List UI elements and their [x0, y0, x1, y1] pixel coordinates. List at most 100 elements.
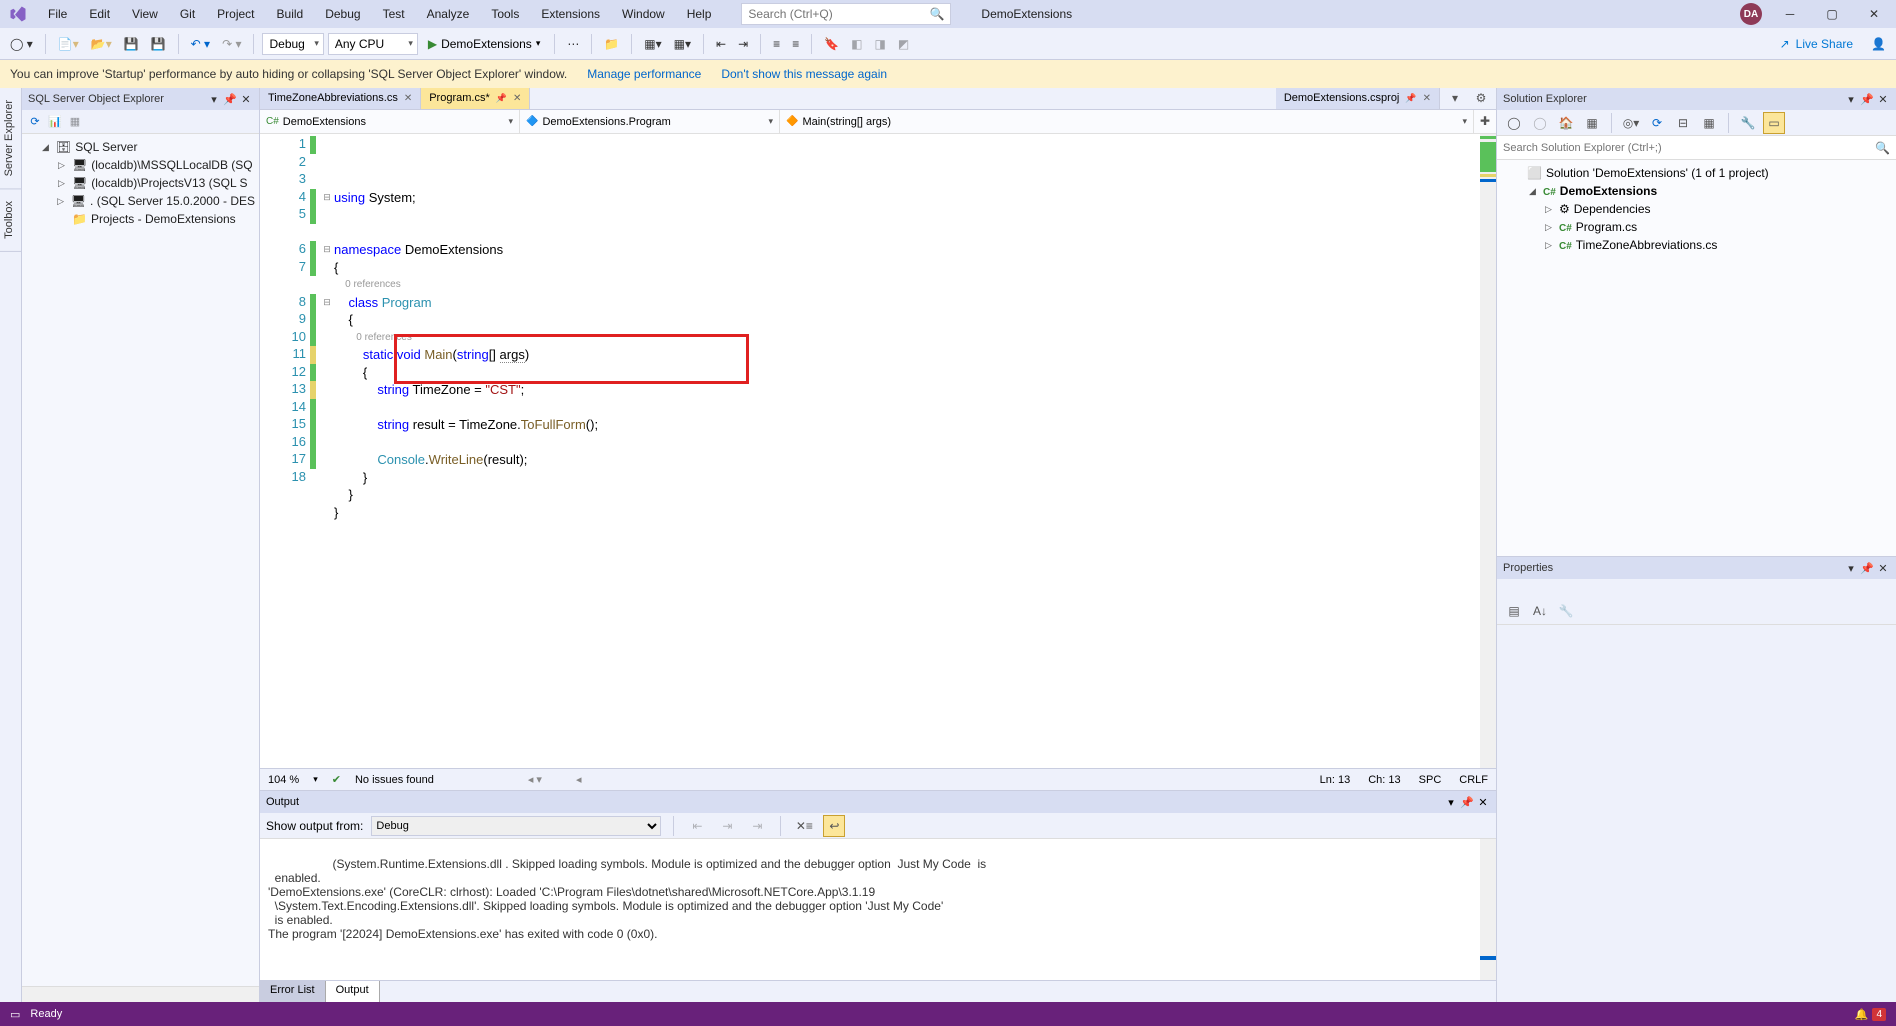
dropdown-icon[interactable]: ▾ [207, 92, 221, 106]
output-source-dropdown[interactable]: Debug [371, 816, 661, 836]
manage-performance-link[interactable]: Manage performance [587, 67, 701, 81]
toolbar-icon[interactable]: ≡ [788, 35, 803, 53]
output-icon[interactable]: ⇥ [746, 815, 768, 837]
output-text[interactable]: (System.Runtime.Extensions.dll . Skipped… [260, 839, 1496, 980]
output-icon[interactable]: ⇥ [716, 815, 738, 837]
sql-tree[interactable]: ◢🗄SQL Server▷🖥(localdb)\MSSQLLocalDB (SQ… [22, 134, 259, 986]
pin-icon[interactable]: 📌 [223, 92, 237, 106]
zoom-level[interactable]: 104 % [268, 774, 299, 786]
tree-node[interactable]: 📁Projects - DemoExtensions [22, 210, 259, 228]
notification-icon[interactable]: 🔔 [1855, 1008, 1869, 1021]
save-all-button[interactable]: 💾 [147, 35, 170, 53]
toolbar-icon[interactable]: ⋯ [563, 35, 583, 53]
toolbar-icon[interactable]: ⇥ [734, 35, 752, 53]
close-icon[interactable]: ✕ [239, 92, 253, 106]
menu-project[interactable]: Project [207, 3, 264, 25]
properties-icon[interactable]: 🔧 [1737, 112, 1759, 134]
add-server-icon[interactable]: 📊 [48, 115, 62, 129]
menu-build[interactable]: Build [267, 3, 314, 25]
open-button[interactable]: 📂▾ [87, 35, 116, 53]
side-tab[interactable]: Toolbox [0, 189, 21, 252]
wrench-icon[interactable]: 🔧 [1555, 600, 1577, 622]
start-debug-button[interactable]: ▶ DemoExtensions ▾ [422, 35, 546, 53]
dropdown-icon[interactable]: ▾ [1844, 561, 1858, 575]
nav-class[interactable]: 🔷 DemoExtensions.Program [520, 110, 780, 133]
notification-count[interactable]: 4 [1872, 1008, 1886, 1021]
redo-button[interactable]: ↷ ▾ [218, 35, 245, 53]
toolbar-icon[interactable]: ≡ [769, 35, 784, 53]
sync-icon[interactable]: ◎▾ [1620, 112, 1642, 134]
side-tab[interactable]: Server Explorer [0, 88, 21, 189]
tree-node[interactable]: ▷🖥(localdb)\ProjectsV13 (SQL S [22, 174, 259, 192]
toolbar-icon[interactable]: 📁 [600, 35, 623, 53]
menu-test[interactable]: Test [373, 3, 415, 25]
alpha-icon[interactable]: A↓ [1529, 600, 1551, 622]
toolbar-icon[interactable]: ◧ [847, 35, 866, 53]
tree-node[interactable]: ◢🗄SQL Server [22, 138, 259, 156]
categorize-icon[interactable]: ▤ [1503, 600, 1525, 622]
wrap-icon[interactable]: ↩ [823, 815, 845, 837]
show-all-icon[interactable]: ▦ [1698, 112, 1720, 134]
feedback-button[interactable]: 👤 [1867, 35, 1890, 53]
solution-node[interactable]: ⬜Solution 'DemoExtensions' (1 of 1 proje… [1497, 164, 1896, 182]
dropdown-icon[interactable]: ▾ [1444, 795, 1458, 809]
horizontal-scrollbar[interactable] [22, 986, 259, 1002]
home-icon[interactable]: 🏠 [1555, 112, 1577, 134]
back-icon[interactable]: ◯ [1503, 112, 1525, 134]
document-tab[interactable]: DemoExtensions.csproj📌✕ [1276, 88, 1440, 109]
output-scrollbar[interactable] [1480, 839, 1496, 980]
menu-debug[interactable]: Debug [315, 3, 370, 25]
menu-view[interactable]: View [122, 3, 168, 25]
close-button[interactable]: ✕ [1860, 2, 1888, 26]
solution-node[interactable]: ▷⚙Dependencies [1497, 200, 1896, 218]
split-button[interactable]: ✚ [1474, 110, 1496, 132]
back-button[interactable]: ◯ ▾ [6, 35, 37, 53]
toolbar-icon[interactable]: ◨ [871, 35, 890, 53]
nav-icon[interactable]: ◂ ▾ [528, 773, 542, 786]
toolbar-icon[interactable]: ◩ [894, 35, 913, 53]
switch-icon[interactable]: ▦ [1581, 112, 1603, 134]
tree-node[interactable]: ▷🖥(localdb)\MSSQLLocalDB (SQ [22, 156, 259, 174]
solution-node[interactable]: ◢C#DemoExtensions [1497, 182, 1896, 200]
fwd-icon[interactable]: ◯ [1529, 112, 1551, 134]
menu-analyze[interactable]: Analyze [417, 3, 480, 25]
solution-node[interactable]: ▷C#Program.cs [1497, 218, 1896, 236]
dropdown-icon[interactable]: ▾ [1844, 92, 1858, 106]
document-tab[interactable]: Program.cs*📌✕ [421, 88, 530, 109]
menu-git[interactable]: Git [170, 3, 205, 25]
bottom-tab[interactable]: Error List [260, 981, 326, 1002]
solution-node[interactable]: ▷C#TimeZoneAbbreviations.cs [1497, 236, 1896, 254]
maximize-button[interactable]: ▢ [1818, 2, 1846, 26]
undo-button[interactable]: ↶ ▾ [187, 35, 214, 53]
dismiss-infobar-link[interactable]: Don't show this message again [721, 67, 887, 81]
menu-extensions[interactable]: Extensions [531, 3, 610, 25]
pin-icon[interactable]: 📌 [1460, 795, 1474, 809]
menu-help[interactable]: Help [677, 3, 722, 25]
save-button[interactable]: 💾 [120, 35, 143, 53]
pin-icon[interactable]: 📌 [1860, 561, 1874, 575]
new-button[interactable]: 📄▾ [54, 35, 83, 53]
platform-dropdown[interactable]: Any CPU [328, 33, 418, 55]
config-dropdown[interactable]: Debug [262, 33, 323, 55]
bottom-tab[interactable]: Output [326, 981, 380, 1002]
menu-file[interactable]: File [38, 3, 77, 25]
vertical-scrollbar[interactable] [1480, 134, 1496, 768]
clear-icon[interactable]: ✕≡ [793, 815, 815, 837]
code-editor[interactable]: 123456789101112131415161718 ⊟⊟⊟ using Sy… [260, 134, 1496, 768]
nav-scope[interactable]: C# DemoExtensions [260, 110, 520, 133]
solution-tree[interactable]: ⬜Solution 'DemoExtensions' (1 of 1 proje… [1497, 160, 1896, 556]
output-icon[interactable]: ⇤ [686, 815, 708, 837]
close-icon[interactable]: ✕ [1876, 561, 1890, 575]
search-input[interactable] [748, 7, 918, 21]
menu-edit[interactable]: Edit [79, 3, 120, 25]
document-tab[interactable]: TimeZoneAbbreviations.cs✕ [260, 88, 421, 109]
close-icon[interactable]: ✕ [1476, 795, 1490, 809]
menu-tools[interactable]: Tools [481, 3, 529, 25]
solution-search[interactable]: 🔍 [1497, 136, 1896, 160]
user-avatar[interactable]: DA [1740, 3, 1762, 25]
refresh-icon[interactable]: ⟳ [1646, 112, 1668, 134]
toolbar-icon[interactable]: ▦▾ [640, 35, 665, 53]
solution-search-input[interactable] [1503, 142, 1875, 154]
refresh-icon[interactable]: ⟳ [28, 115, 42, 129]
tree-node[interactable]: ▷🖥. (SQL Server 15.0.2000 - DES [22, 192, 259, 210]
